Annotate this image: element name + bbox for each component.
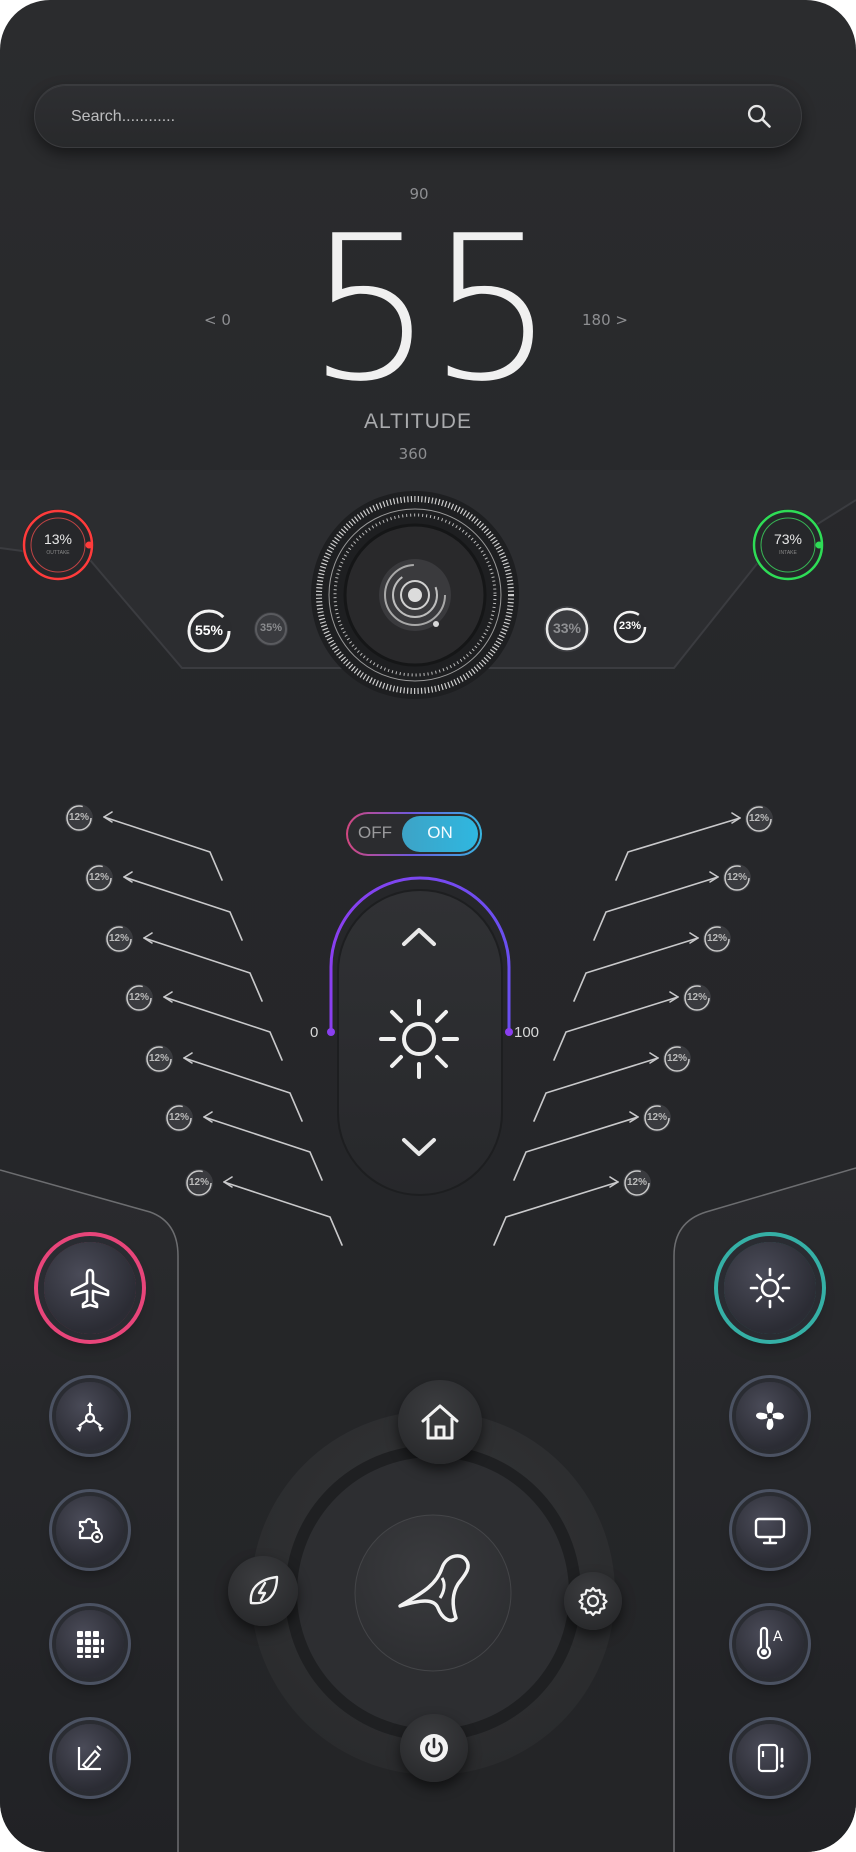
eco-icon	[249, 1575, 279, 1605]
network-button[interactable]	[56, 1382, 124, 1450]
grid-button[interactable]	[56, 1610, 124, 1678]
airplane-icon	[70, 1268, 110, 1309]
network-icon	[76, 1402, 104, 1432]
gear-icon	[578, 1586, 608, 1617]
outtake-value: 13%	[43, 531, 73, 547]
branch-badge-value: 12%	[646, 1112, 667, 1123]
auto-temperature-button[interactable]: A	[736, 1610, 804, 1678]
fridge-alert-button[interactable]	[736, 1724, 804, 1792]
branch-badge-value: 12%	[148, 1053, 169, 1064]
branch-badge-value: 12%	[68, 812, 89, 823]
branch-badge-right-4[interactable]: 12%	[682, 983, 712, 1013]
branch-badge-value: 12%	[108, 933, 129, 944]
airplane-button[interactable]	[44, 1242, 136, 1334]
brightness-max: 100	[514, 1024, 540, 1041]
brightness-min: 0	[310, 1024, 319, 1041]
altitude-bottom-mark: 360	[398, 445, 428, 463]
branch-badge-left-2[interactable]: 12%	[84, 863, 114, 893]
grid-icon	[77, 1631, 104, 1658]
central-dial[interactable]	[310, 490, 520, 700]
intake-gauge: 73% INTAKE	[748, 505, 828, 585]
power-icon	[420, 1734, 448, 1762]
plane-ribbon-icon[interactable]	[380, 1532, 490, 1642]
branch-badge-value: 12%	[128, 992, 149, 1003]
brightness-mode-button[interactable]	[724, 1242, 816, 1334]
monitor-icon	[754, 1517, 786, 1545]
branch-badge-value: 12%	[168, 1112, 189, 1123]
altitude-label: ALTITUDE	[364, 410, 472, 433]
chart-edit-icon	[77, 1745, 102, 1771]
outtake-gauge: 13% OUTTAKE	[18, 505, 98, 585]
branch-badge-right-2[interactable]: 12%	[722, 863, 752, 893]
branch-badge-left-4[interactable]: 12%	[124, 983, 154, 1013]
branch-badge-left-3[interactable]: 12%	[104, 924, 134, 954]
app-screen: 90 < 0 180 > 55 ALTITUDE 360 13% OUTTAKE…	[0, 0, 856, 1852]
auto-letter: A	[773, 1629, 783, 1645]
search-bar	[34, 84, 802, 149]
branch-badge-value: 12%	[666, 1053, 687, 1064]
branch-badge-value: 12%	[188, 1177, 209, 1188]
gauge-left-a: 55%	[184, 606, 234, 656]
branch-badge-right-1[interactable]: 12%	[744, 804, 774, 834]
eco-button[interactable]	[228, 1556, 298, 1626]
puzzle-gear-icon	[78, 1517, 103, 1543]
branch-badge-right-6[interactable]: 12%	[642, 1103, 672, 1133]
branch-badge-left-5[interactable]: 12%	[144, 1044, 174, 1074]
gauge-left-b: 35%	[252, 610, 290, 648]
branch-badge-value: 12%	[706, 933, 727, 944]
gauge-right-b: 23%	[611, 608, 649, 646]
settings-button[interactable]	[564, 1572, 622, 1630]
branch-badge-value: 12%	[748, 813, 769, 824]
sun-icon	[749, 1267, 791, 1309]
branch-badge-right-5[interactable]: 12%	[662, 1044, 692, 1074]
gauge-right-a: 33%	[542, 604, 592, 654]
branch-badge-right-3[interactable]: 12%	[702, 924, 732, 954]
intake-value: 73%	[773, 531, 803, 547]
home-icon	[421, 1404, 459, 1440]
gauge-left-a-value: 55%	[194, 622, 224, 638]
gauge-right-a-value: 33%	[552, 620, 582, 636]
branch-badge-left-7[interactable]: 12%	[184, 1168, 214, 1198]
branch-badge-left-6[interactable]: 12%	[164, 1103, 194, 1133]
monitor-button[interactable]	[736, 1496, 804, 1564]
sun-icon	[379, 999, 459, 1079]
power-button[interactable]	[400, 1714, 468, 1782]
branch-badge-right-7[interactable]: 12%	[622, 1168, 652, 1198]
home-button[interactable]	[398, 1380, 482, 1464]
intake-caption: INTAKE	[779, 550, 797, 556]
branch-badge-value: 12%	[686, 992, 707, 1003]
fan-icon	[756, 1402, 784, 1430]
fridge-alert-icon	[757, 1743, 784, 1773]
branch-badge-value: 12%	[626, 1177, 647, 1188]
search-input[interactable]	[69, 85, 713, 149]
branch-badge-value: 12%	[88, 872, 109, 883]
branch-badge-value: 12%	[726, 872, 747, 883]
outtake-caption: OUTTAKE	[46, 550, 70, 556]
gauge-left-b-value: 35%	[259, 622, 283, 634]
branch-badge-left-1[interactable]: 12%	[64, 803, 94, 833]
thermometer-auto-icon: A	[756, 1626, 783, 1660]
chart-edit-button[interactable]	[56, 1724, 124, 1792]
altitude-value: 55	[306, 193, 556, 426]
fan-button[interactable]	[736, 1382, 804, 1450]
search-icon[interactable]	[745, 102, 773, 130]
gauge-right-b-value: 23%	[618, 620, 642, 632]
puzzle-settings-button[interactable]	[56, 1496, 124, 1564]
